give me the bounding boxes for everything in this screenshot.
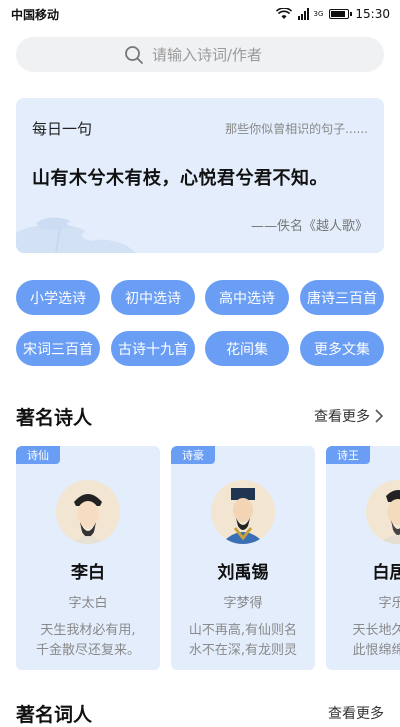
daily-quote-card[interactable]: 每日一句 那些你似曾相识的句子...... 山有木兮木有枝，心悦君兮君不知。 —… bbox=[16, 98, 384, 253]
tag-junior-high[interactable]: 初中选诗 bbox=[111, 280, 195, 315]
poet-badge: 诗仙 bbox=[16, 446, 60, 464]
poet-courtesy-name: 字太白 bbox=[68, 596, 108, 611]
tag-song-ci-300[interactable]: 宋词三百首 bbox=[16, 331, 100, 366]
poet-card[interactable]: 诗豪 刘禹锡 字梦得 山不再高,有仙则名 水不在深,有龙则灵 bbox=[171, 446, 315, 670]
tag-more-collections[interactable]: 更多文集 bbox=[300, 331, 384, 366]
poet-courtesy-name: 字乐天 bbox=[378, 596, 400, 611]
signal-icon bbox=[297, 8, 309, 20]
wifi-icon bbox=[275, 8, 292, 19]
pine-tree-decoration bbox=[16, 217, 136, 253]
poet-card-list[interactable]: 诗仙 李白 字太白 天生我材必有用, 千金散尽还复来。 诗豪 刘禹锡 字梦得 山… bbox=[16, 446, 400, 670]
poet-verse-line-1: 天长地久有时尽 bbox=[352, 623, 400, 638]
poet-badge: 诗豪 bbox=[171, 446, 215, 464]
tag-nineteen-poems[interactable]: 古诗十九首 bbox=[111, 331, 195, 366]
poet-avatar bbox=[211, 480, 275, 544]
daily-quote-source: ——佚名《越人歌》 bbox=[250, 219, 368, 234]
poet-card[interactable]: 诗王 白居易 字乐天 天长地久有时尽 此恨绵绵无绝期 bbox=[326, 446, 400, 670]
poet-badge: 诗王 bbox=[326, 446, 370, 464]
battery-icon bbox=[329, 9, 353, 19]
search-placeholder: 请输入诗词/作者 bbox=[152, 46, 263, 64]
poet-verse-line-2: 水不在深,有龙则灵 bbox=[188, 643, 298, 658]
poet-name: 李白 bbox=[71, 563, 105, 583]
see-more-label: 查看更多 bbox=[314, 409, 370, 425]
poet-courtesy-name: 字梦得 bbox=[223, 596, 263, 611]
poets-see-more-link[interactable]: 查看更多 bbox=[314, 406, 384, 426]
poet-name: 刘禹锡 bbox=[217, 563, 269, 583]
poet-verse-line-2: 此恨绵绵无绝期 bbox=[352, 643, 400, 658]
poets-section-title: 著名诗人 bbox=[16, 407, 93, 429]
tag-huajian-ji[interactable]: 花间集 bbox=[205, 331, 289, 366]
chevron-right-icon bbox=[375, 409, 384, 423]
carrier-label: 中国移动 bbox=[11, 8, 60, 22]
network-type: 3G bbox=[313, 10, 324, 18]
poet-card[interactable]: 诗仙 李白 字太白 天生我材必有用, 千金散尽还复来。 bbox=[16, 446, 160, 670]
daily-subtitle: 那些你似曾相识的句子...... bbox=[225, 122, 368, 136]
tag-primary-school[interactable]: 小学选诗 bbox=[16, 280, 100, 315]
poet-name: 白居易 bbox=[372, 563, 400, 583]
tag-senior-high[interactable]: 高中选诗 bbox=[205, 280, 289, 315]
search-icon bbox=[125, 45, 143, 64]
poet-verse-line-1: 山不再高,有仙则名 bbox=[188, 623, 298, 638]
daily-quote-text: 山有木兮木有枝，心悦君兮君不知。 bbox=[32, 168, 328, 189]
tag-tang-300[interactable]: 唐诗三百首 bbox=[300, 280, 384, 315]
status-icons: 3G 15:30 bbox=[275, 4, 390, 24]
poet-avatar bbox=[366, 480, 400, 544]
poet-verse-line-1: 天生我材必有用, bbox=[40, 623, 136, 638]
daily-label: 每日一句 bbox=[32, 120, 93, 138]
poet-verse-line-2: 千金散尽还复来。 bbox=[35, 643, 140, 658]
search-bar[interactable]: 请输入诗词/作者 bbox=[16, 37, 384, 72]
lyricists-section-title: 著名词人 bbox=[16, 704, 93, 726]
poet-avatar bbox=[56, 480, 120, 544]
lyricists-see-more-link[interactable]: 查看更多 bbox=[328, 703, 384, 723]
clock: 15:30 bbox=[355, 7, 390, 21]
status-bar: 中国移动 3G 15:30 bbox=[0, 0, 400, 28]
